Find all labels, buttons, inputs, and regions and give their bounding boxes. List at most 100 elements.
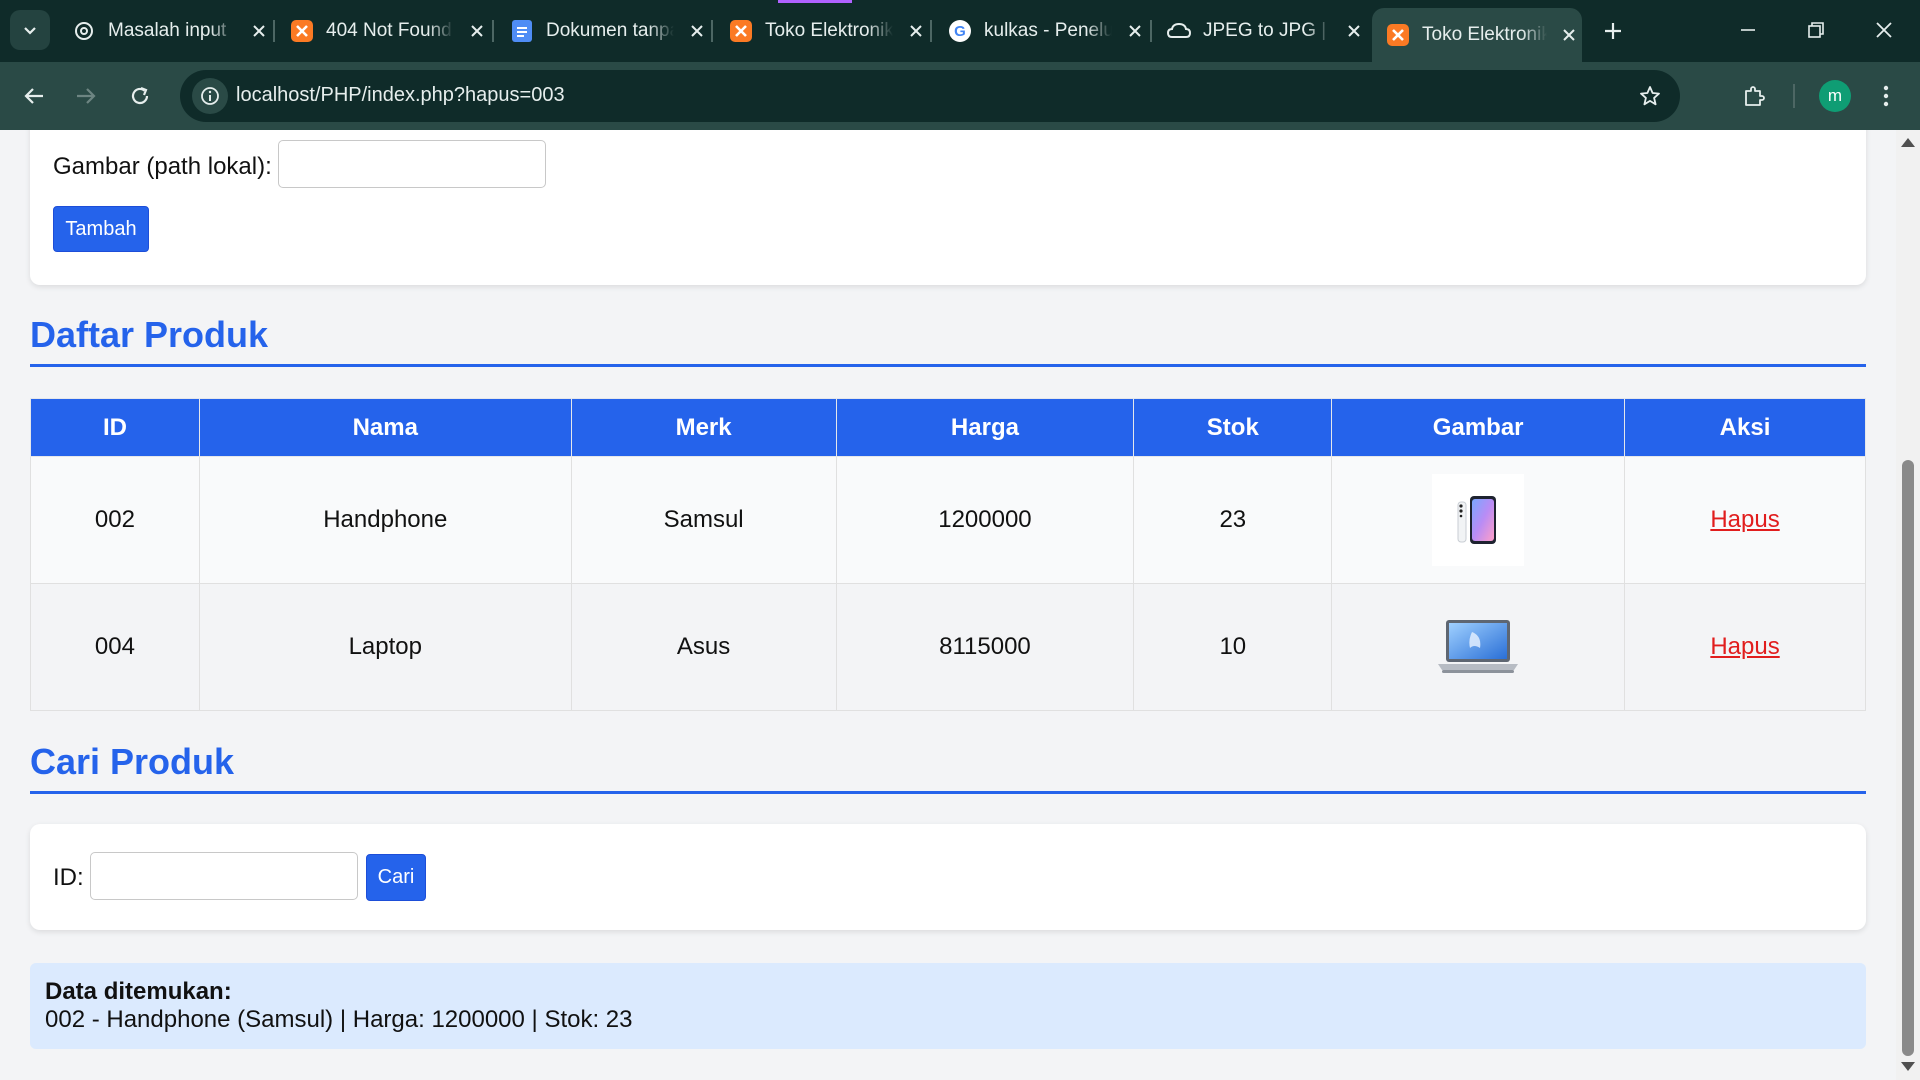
column-header: Nama <box>198 398 572 457</box>
toolbar-divider <box>1793 84 1795 108</box>
close-icon[interactable] <box>464 18 490 44</box>
search-id-label: ID: <box>53 864 84 891</box>
cell-action: Hapus <box>1624 583 1866 711</box>
xampp-icon <box>290 19 314 43</box>
search-button[interactable]: Cari <box>366 854 426 901</box>
close-icon[interactable] <box>903 18 929 44</box>
table-header-row: ID Nama Merk Harga Stok Gambar Aksi <box>30 398 1866 457</box>
browser-tab[interactable]: Masalah input <box>58 8 272 54</box>
product-list-title: Daftar Produk <box>30 314 269 355</box>
cell-id: 002 <box>30 456 200 584</box>
browser-toolbar: localhost/PHP/index.php?hapus=003 m <box>0 62 1920 130</box>
page-scrollbar[interactable] <box>1896 130 1920 1080</box>
tab-loading-indicator <box>778 0 852 3</box>
result-text: 002 - Handphone (Samsul) | Harga: 120000… <box>45 1006 633 1033</box>
chevron-down-icon <box>24 27 36 35</box>
cell-price: 1200000 <box>835 456 1135 584</box>
add-button[interactable]: Tambah <box>53 206 149 252</box>
reload-icon <box>131 86 149 105</box>
arrow-right-icon <box>77 88 96 104</box>
chatgpt-icon <box>72 19 96 43</box>
table-row: 004 Laptop Asus 8115000 10 Hapus <box>30 583 1866 711</box>
restore-icon <box>1808 22 1824 38</box>
close-window-button[interactable] <box>1860 8 1908 52</box>
product-table: ID Nama Merk Harga Stok Gambar Aksi 002 … <box>30 398 1866 711</box>
delete-link[interactable]: Hapus <box>1710 506 1779 533</box>
site-info-button[interactable] <box>192 78 228 114</box>
browser-tab[interactable]: Toko Elektronik <box>715 8 929 54</box>
close-icon[interactable] <box>1122 18 1148 44</box>
bookmark-button[interactable] <box>1632 78 1668 114</box>
column-header: Gambar <box>1331 398 1626 457</box>
column-header: Merk <box>570 398 837 457</box>
browser-tab-active[interactable]: Toko Elektronik <box>1372 8 1582 62</box>
svg-text:G: G <box>954 23 966 40</box>
column-header: Harga <box>835 398 1135 457</box>
result-title: Data ditemukan: <box>45 978 232 1005</box>
tab-title: Toko Elektronik <box>765 20 893 41</box>
forward-button[interactable] <box>64 74 108 118</box>
search-section-title: Cari Produk <box>30 741 235 782</box>
tab-search-button[interactable] <box>10 10 50 50</box>
close-icon[interactable] <box>246 18 272 44</box>
search-result-box: Data ditemukan: 002 - Handphone (Samsul)… <box>30 963 1866 1049</box>
cell-stock: 23 <box>1133 456 1333 584</box>
close-icon <box>1876 22 1892 38</box>
star-icon <box>1640 86 1660 106</box>
reload-button[interactable] <box>118 74 162 118</box>
table-row: 002 Handphone Samsul 1200000 23 Hapus <box>30 456 1866 584</box>
profile-avatar[interactable]: m <box>1819 80 1851 112</box>
new-tab-button[interactable] <box>1596 14 1630 48</box>
column-header: Aksi <box>1624 398 1866 457</box>
back-button[interactable] <box>12 74 56 118</box>
delete-link[interactable]: Hapus <box>1710 633 1779 660</box>
restore-button[interactable] <box>1792 8 1840 52</box>
close-icon[interactable] <box>1341 18 1367 44</box>
google-docs-icon <box>510 19 534 43</box>
xampp-icon <box>729 19 753 43</box>
menu-button[interactable] <box>1864 74 1908 118</box>
tab-divider <box>711 20 713 42</box>
close-icon[interactable] <box>684 18 710 44</box>
scroll-down-arrow-icon[interactable] <box>1901 1062 1915 1071</box>
address-bar[interactable]: localhost/PHP/index.php?hapus=003 <box>180 70 1680 122</box>
cell-action: Hapus <box>1624 456 1866 584</box>
cell-name: Handphone <box>198 456 572 584</box>
tab-title: 404 Not Found <box>326 20 452 41</box>
tab-divider <box>273 20 275 42</box>
browser-tab[interactable]: G kulkas - Penelusuran <box>934 8 1148 54</box>
search-card: ID: Cari <box>30 824 1866 930</box>
arrow-left-icon <box>24 88 43 104</box>
extensions-button[interactable] <box>1732 74 1776 118</box>
cell-id: 004 <box>30 583 200 711</box>
cell-stock: 10 <box>1133 583 1333 711</box>
column-header: Stok <box>1133 398 1333 457</box>
image-path-label: Gambar (path lokal): <box>53 153 272 180</box>
tab-divider <box>1150 20 1152 42</box>
section-divider <box>30 791 1866 794</box>
section-divider <box>30 364 1866 367</box>
search-id-input[interactable] <box>90 852 358 900</box>
add-product-card: Gambar (path lokal): Tambah <box>30 130 1866 285</box>
tab-title: Dokumen tanpa judul <box>546 20 674 41</box>
close-icon[interactable] <box>1557 22 1582 48</box>
scrollbar-thumb[interactable] <box>1902 460 1914 1056</box>
browser-tab-strip: Masalah input 404 Not Found Dokumen tanp… <box>0 0 1920 62</box>
cell-image <box>1331 456 1626 584</box>
cell-name: Laptop <box>198 583 572 711</box>
cell-brand: Samsul <box>570 456 837 584</box>
minimize-icon <box>1741 29 1755 31</box>
minimize-button[interactable] <box>1724 8 1772 52</box>
image-path-input[interactable] <box>278 140 546 188</box>
tab-divider <box>492 20 494 42</box>
browser-tab[interactable]: JPEG to JPG | Convert <box>1153 8 1367 54</box>
browser-tab[interactable]: Dokumen tanpa judul <box>496 8 710 54</box>
cloud-convert-icon <box>1167 19 1191 43</box>
cell-brand: Asus <box>570 583 837 711</box>
browser-tab[interactable]: 404 Not Found <box>276 8 490 54</box>
plus-icon <box>1605 23 1621 39</box>
scroll-up-arrow-icon[interactable] <box>1901 138 1915 147</box>
url-text[interactable]: localhost/PHP/index.php?hapus=003 <box>236 84 565 107</box>
cell-image <box>1331 583 1626 711</box>
page-viewport: Gambar (path lokal): Tambah Daftar Produ… <box>0 130 1896 1080</box>
